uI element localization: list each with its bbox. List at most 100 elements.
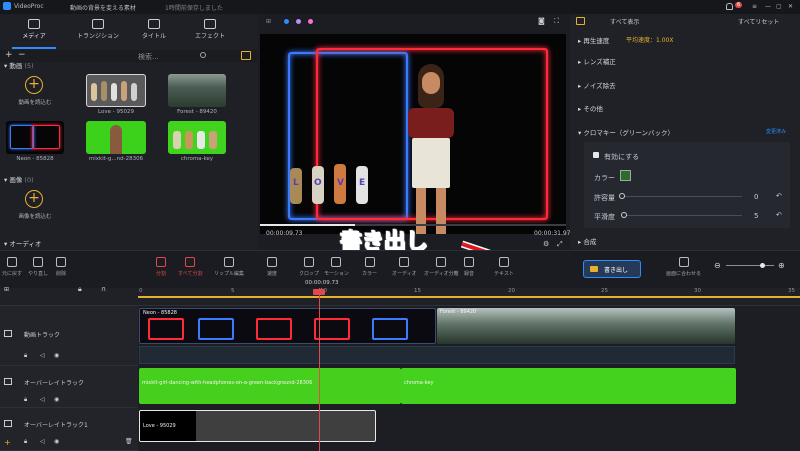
camera-icon[interactable]: ◙ <box>538 17 545 25</box>
audio-extract-button[interactable]: オーディオ分離 <box>424 257 459 277</box>
undo-button[interactable]: 元に戻す <box>2 257 22 277</box>
import-image-label[interactable]: 画像を読込む <box>10 212 60 220</box>
color-button[interactable]: カラー <box>362 257 377 277</box>
timeline-clip-dancing-girl[interactable]: mixkit-girl-dancing-with-headphones-on-a… <box>139 368 401 404</box>
lock-icon[interactable]: 🔒︎ <box>24 438 27 446</box>
panel-toggle-icon[interactable] <box>576 17 585 25</box>
smooth-value[interactable]: 5 <box>754 212 758 220</box>
aspect-icon[interactable]: ⊞ <box>266 18 271 25</box>
speed-button[interactable]: 速度 <box>267 257 277 277</box>
visibility-icon[interactable]: ◉ <box>54 352 59 359</box>
mute-icon[interactable]: ◁ <box>40 438 45 445</box>
lock-icon[interactable]: 🔒︎ <box>24 396 27 404</box>
speed-row[interactable]: ▸ 再生速度 <box>578 35 609 45</box>
remove-icon[interactable]: − <box>18 50 26 60</box>
import-video-icon[interactable]: + <box>25 76 43 94</box>
enable-checkbox[interactable] <box>593 152 599 158</box>
reset-icon[interactable]: ↶ <box>776 211 782 219</box>
tab-effect[interactable]: エフェクト <box>178 17 242 47</box>
search-input[interactable]: 検索... <box>138 52 159 62</box>
show-all-button[interactable]: すべて表示 <box>610 17 639 26</box>
playhead[interactable] <box>319 288 320 451</box>
text-button[interactable]: テキスト <box>494 257 514 277</box>
ripple-edit-button[interactable]: リップル編集 <box>214 257 244 277</box>
tolerance-slider[interactable] <box>619 193 742 199</box>
tab-media[interactable]: メディア <box>2 17 66 49</box>
track-header-overlay1[interactable]: オーバーレイトラック1 🔒︎ ◁ ◉ 🗑︎ <box>0 408 138 451</box>
media-item-love[interactable] <box>86 74 146 107</box>
add-track-icon[interactable]: ⊞ <box>4 286 9 293</box>
motion-button[interactable]: モーション <box>324 257 349 277</box>
overlay-track-icon <box>4 378 12 385</box>
composite-row[interactable]: ▸ 合成 <box>578 236 596 246</box>
notification-badge: 6 <box>735 2 743 8</box>
media-item-chroma-key[interactable] <box>168 121 226 154</box>
magnet-icon[interactable]: ∩ <box>101 285 106 293</box>
timeline-clip-neon[interactable]: Neon - 85828 <box>139 308 436 344</box>
dot-icon[interactable] <box>308 19 313 24</box>
search-icon[interactable] <box>200 52 206 58</box>
chromakey-row[interactable]: ▾ クロマキー（グリーンバック） <box>578 127 674 137</box>
smooth-slider[interactable] <box>621 212 742 218</box>
lens-row[interactable]: ▸ レンズ補正 <box>578 56 616 66</box>
reset-icon[interactable]: ↶ <box>776 192 782 200</box>
visibility-icon[interactable]: ◉ <box>54 438 59 445</box>
visibility-icon[interactable]: ◉ <box>54 396 59 403</box>
crop-button[interactable]: クロップ <box>299 257 319 277</box>
import-video-label[interactable]: 動画を読込む <box>10 98 60 106</box>
zoom-out-icon[interactable]: ⊖ <box>714 261 721 270</box>
media-item-dancing-girl[interactable] <box>86 121 146 154</box>
image-section-header[interactable]: ▾ 画像 (0) <box>4 174 34 184</box>
playhead-handle[interactable] <box>313 289 325 295</box>
record-button[interactable]: 録音 <box>464 257 474 277</box>
trash-icon[interactable]: 🗑︎ <box>125 438 133 445</box>
collapse-panel-icon[interactable] <box>241 51 251 60</box>
audio-waveform-track[interactable] <box>139 346 735 364</box>
timeline-clip-love[interactable]: Love - 95029 <box>139 410 376 442</box>
import-image-icon[interactable]: + <box>25 190 43 208</box>
reset-all-button[interactable]: すべてリセット <box>738 17 779 26</box>
delete-button[interactable]: 削除 <box>56 257 66 277</box>
zoom-in-icon[interactable]: ⊕ <box>778 261 785 270</box>
color-swatch[interactable] <box>620 170 631 181</box>
minimize-icon[interactable]: — <box>765 3 771 10</box>
work-area-bar[interactable] <box>138 296 800 298</box>
audio-section-header[interactable]: ▾ オーディオ <box>4 238 41 248</box>
lock-icon[interactable]: 🔒︎ <box>24 352 27 360</box>
track-header-video[interactable]: 動画トラック 🔒︎ ◁ ◉ <box>0 306 138 366</box>
mute-icon[interactable]: ◁ <box>40 352 45 359</box>
video-section-header[interactable]: ▾ 動画 (5) <box>4 60 34 70</box>
add-icon[interactable]: + <box>5 50 13 60</box>
dot-icon[interactable] <box>284 19 289 24</box>
split-button[interactable]: 分割 <box>156 257 166 277</box>
timeline-clip-forest[interactable]: Forest - 89420 <box>437 308 735 344</box>
other-row[interactable]: ▸ その他 <box>578 103 603 113</box>
export-button[interactable]: 書き出し <box>583 260 641 278</box>
media-item-forest[interactable] <box>168 74 226 107</box>
fullscreen-icon[interactable]: ⛶ <box>554 17 559 26</box>
mute-icon[interactable]: ◁ <box>40 396 45 403</box>
tab-title[interactable]: タイトル <box>122 17 186 47</box>
noise-row[interactable]: ▸ ノイズ除去 <box>578 80 616 90</box>
track-header-overlay[interactable]: オーバーレイトラック 🔒︎ ◁ ◉ <box>0 366 138 408</box>
tolerance-value[interactable]: 0 <box>754 193 758 201</box>
preview-panel: ⊞ ◙ ⛶ L O V E 00:00:09.73 00:00:31.97 ⚙ … <box>258 14 571 250</box>
add-icon[interactable]: + <box>4 438 11 447</box>
close-icon[interactable]: ✕ <box>788 3 793 10</box>
preview-canvas[interactable]: L O V E <box>260 34 566 234</box>
audio-button[interactable]: オーディオ <box>392 257 417 277</box>
zoom-slider[interactable] <box>726 263 774 268</box>
dot-icon[interactable] <box>296 19 301 24</box>
undo-icon <box>7 257 17 267</box>
split-all-button[interactable]: すべて分割 <box>178 257 202 277</box>
lock-icon[interactable]: 🔒︎ <box>78 285 82 294</box>
media-item-neon[interactable] <box>6 121 64 154</box>
maximize-icon[interactable]: ▢ <box>776 3 782 10</box>
timeline-clip-chroma-key[interactable]: chroma-key <box>401 368 736 404</box>
chromakey-modified-label[interactable]: 変更済み <box>766 128 786 135</box>
menu-icon[interactable]: ≡ <box>752 3 757 10</box>
bell-icon[interactable] <box>726 3 733 10</box>
redo-button[interactable]: やり直し <box>28 257 48 277</box>
tab-transition[interactable]: トランジション <box>66 17 130 47</box>
fit-button[interactable]: 画面に合わせる <box>666 257 701 277</box>
